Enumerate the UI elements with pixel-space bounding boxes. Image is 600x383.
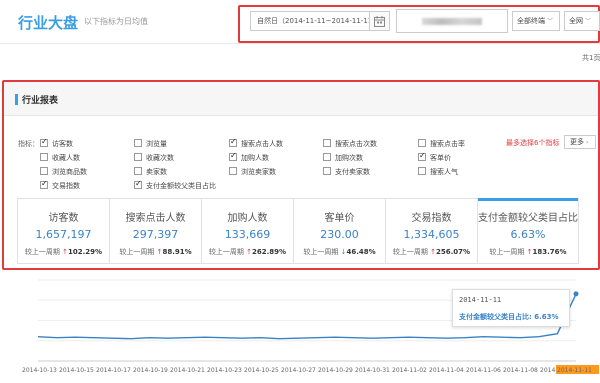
report-highlight-frame (2, 80, 600, 270)
x-tick-label: 2014-10-29 (318, 367, 353, 374)
date-range-input[interactable]: 自然日（2014-11-11~2014-11-11） (250, 11, 370, 31)
x-tick-label: 2014-10-27 (281, 367, 316, 374)
x-tick-label: 2014-11-04 (429, 367, 464, 374)
category-search-input[interactable] (396, 9, 508, 33)
industry-dashboard: 行业大盘 以下指标为日均值 自然日（2014-11-11~2014-11-11）… (0, 0, 600, 383)
x-tick-label: 2014-10-19 (133, 367, 168, 374)
data-point (573, 291, 579, 297)
tooltip-series-value: 支付金额较父类目占比: 6.63% (459, 313, 559, 321)
chevron-down-icon: ﹀ (547, 18, 554, 25)
calendar-icon (374, 16, 385, 27)
page-count: 共1页 (582, 54, 600, 62)
network-select-value: 全网 (569, 17, 583, 25)
terminal-select[interactable]: 全部终端 ﹀ (512, 11, 560, 31)
chart-tooltip: 2014-11-11 支付金额较父类目占比: 6.63% (452, 289, 570, 327)
blurred-text (422, 18, 482, 25)
calendar-button[interactable] (370, 11, 390, 31)
terminal-select-value: 全部终端 (517, 17, 545, 25)
x-tick-label: 2014-10-31 (355, 367, 390, 374)
x-tick-label: 2014-11-11 (557, 367, 592, 374)
page-title: 行业大盘 (18, 14, 79, 32)
x-tick-label: 2014-11-06 (466, 367, 501, 374)
header-divider (0, 43, 600, 44)
network-select[interactable]: 全网 ﹀ (564, 11, 600, 31)
x-tick-label: 2014-10-17 (96, 367, 131, 374)
x-tick-label: 2014-10-25 (244, 367, 279, 374)
chevron-down-icon: ﹀ (585, 18, 592, 25)
x-tick-label: 2014-10-13 (22, 367, 57, 374)
x-tick-label: 2014-10-15 (59, 367, 94, 374)
x-tick-label: 2014-10-21 (170, 367, 205, 374)
page-subtitle: 以下指标为日均值 (84, 17, 148, 26)
tooltip-date: 2014-11-11 (459, 296, 502, 304)
x-tick-label: 2014-11-02 (392, 367, 427, 374)
x-tick-label: 2014-11-08 (503, 367, 538, 374)
x-tick-label: 2014-10-23 (207, 367, 242, 374)
